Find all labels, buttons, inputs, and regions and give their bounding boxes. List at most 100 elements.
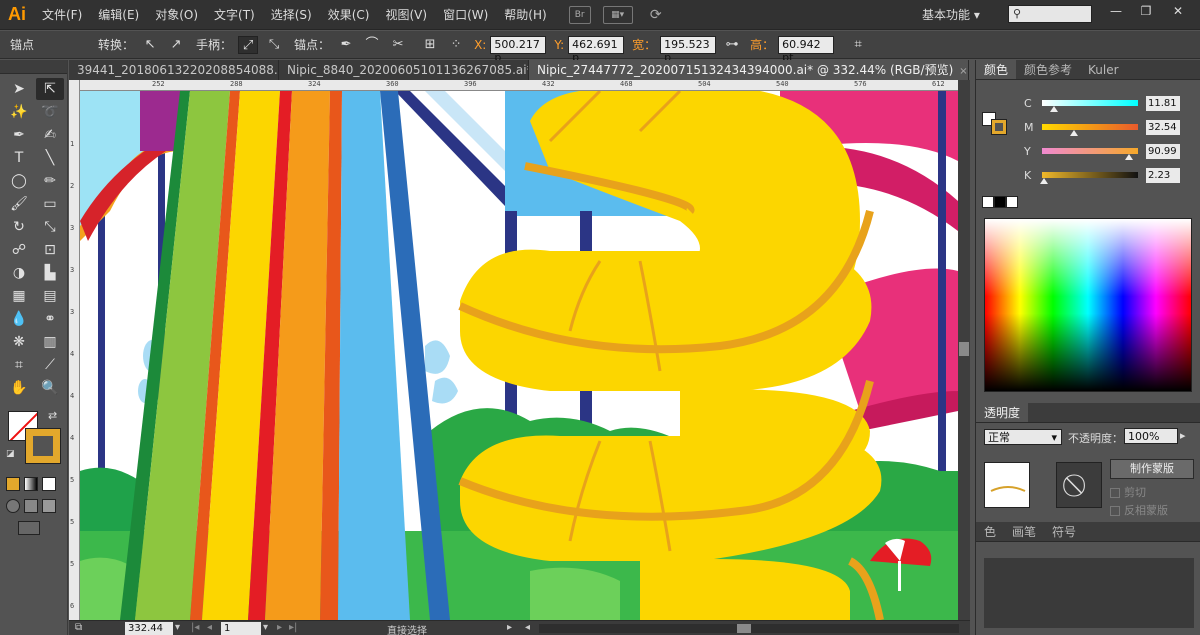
status-menu-icon[interactable]: ▸ bbox=[507, 622, 512, 633]
selection-tool-icon[interactable]: ➤ bbox=[5, 78, 33, 100]
zoom-dropdown-icon[interactable]: ▾ bbox=[175, 622, 180, 633]
yellow-knob[interactable] bbox=[1125, 154, 1134, 160]
draw-normal-icon[interactable] bbox=[6, 499, 20, 513]
lasso-tool-icon[interactable]: ➰ bbox=[36, 101, 64, 123]
height-field[interactable]: 60.942 pt bbox=[778, 35, 835, 64]
blend-mode-select[interactable]: 正常 ▾ bbox=[984, 429, 1062, 445]
remove-anchor-icon[interactable]: ✒ bbox=[336, 36, 356, 54]
black-slider[interactable]: K 2.23 bbox=[976, 168, 1200, 184]
blend-tool-icon[interactable]: ⚭ bbox=[36, 308, 64, 330]
color-mode-icon[interactable] bbox=[6, 477, 20, 491]
screen-mode-icon[interactable] bbox=[18, 521, 40, 535]
column-graph-tool-icon[interactable]: ▥ bbox=[36, 331, 64, 353]
vertical-ruler[interactable]: 1 2 3 3 3 4 4 4 5 5 5 6 bbox=[69, 80, 80, 620]
black-swatch[interactable] bbox=[994, 196, 1006, 208]
brush-tool-icon[interactable]: 🖌 bbox=[5, 193, 33, 215]
menu-edit[interactable]: 编辑(E) bbox=[90, 0, 147, 30]
menu-object[interactable]: 对象(O) bbox=[147, 0, 206, 30]
swap-fill-stroke-icon[interactable]: ⇄ bbox=[48, 409, 57, 422]
tab-document-3-active[interactable]: Nipic_27447772_20200715132434394000.ai* … bbox=[529, 60, 969, 80]
no-mask-icon[interactable]: ⃠ bbox=[1056, 462, 1102, 508]
workspace-switcher[interactable]: 基本功能 ▾ bbox=[922, 6, 980, 23]
make-mask-button[interactable]: 制作蒙版 bbox=[1110, 459, 1194, 479]
ellipse-tool-icon[interactable]: ◯ bbox=[5, 170, 33, 192]
close-button[interactable]: ✕ bbox=[1164, 2, 1192, 20]
last-artboard-icon[interactable]: ▸| bbox=[289, 622, 297, 633]
scale-tool-icon[interactable]: ⤡ bbox=[36, 216, 64, 238]
fill-stroke-control[interactable]: ⇄ ◪ bbox=[4, 409, 63, 469]
cut-path-icon[interactable]: ✂ bbox=[388, 36, 408, 54]
cyan-knob[interactable] bbox=[1049, 106, 1058, 112]
magic-wand-tool-icon[interactable]: ✨ bbox=[5, 101, 33, 123]
artboard-canvas[interactable] bbox=[80, 91, 958, 620]
close-icon[interactable]: × bbox=[959, 66, 967, 77]
sync-settings-icon[interactable]: ⟳ bbox=[645, 6, 667, 24]
tab-symbols[interactable]: 符号 bbox=[1044, 522, 1084, 541]
none-swatch[interactable] bbox=[982, 196, 994, 208]
next-artboard-icon[interactable]: ▸ bbox=[277, 622, 282, 633]
horizontal-scrollbar-thumb[interactable] bbox=[737, 624, 751, 633]
draw-behind-icon[interactable] bbox=[24, 499, 38, 513]
object-thumbnail[interactable] bbox=[984, 462, 1030, 508]
tab-color[interactable]: 颜色 bbox=[976, 60, 1017, 79]
gradient-tool-icon[interactable]: ▤ bbox=[36, 285, 64, 307]
scrollbar-thumb[interactable] bbox=[959, 342, 969, 356]
convert-to-corner-icon[interactable]: ↖ bbox=[140, 36, 160, 54]
mesh-tool-icon[interactable]: ▦ bbox=[5, 285, 33, 307]
convert-to-smooth-icon[interactable]: ↗ bbox=[166, 36, 186, 54]
menu-window[interactable]: 窗口(W) bbox=[435, 0, 496, 30]
yellow-slider[interactable]: Y 90.99 bbox=[976, 144, 1200, 160]
type-tool-icon[interactable]: T bbox=[5, 147, 33, 169]
menu-file[interactable]: 文件(F) bbox=[34, 0, 90, 30]
opacity-field[interactable]: 100% bbox=[1124, 428, 1178, 444]
tab-transparency[interactable]: 透明度 bbox=[976, 403, 1029, 422]
scroll-left-icon[interactable]: ◂ bbox=[525, 622, 530, 633]
pen-tool-icon[interactable]: ✒ bbox=[5, 124, 33, 146]
free-transform-tool-icon[interactable]: ⊡ bbox=[36, 239, 64, 261]
constrain-link-icon[interactable]: ⊶ bbox=[722, 36, 742, 54]
menu-view[interactable]: 视图(V) bbox=[377, 0, 435, 30]
zoom-tool-icon[interactable]: 🔍 bbox=[36, 377, 64, 399]
tab-document-2[interactable]: Nipic_8840_20200605101136267085.ai*× bbox=[279, 60, 529, 80]
draw-inside-icon[interactable] bbox=[42, 499, 56, 513]
direct-selection-tool-icon[interactable]: ⇱ bbox=[36, 78, 64, 100]
magenta-track[interactable] bbox=[1042, 124, 1138, 130]
cyan-value-field[interactable]: 11.81 bbox=[1146, 96, 1180, 111]
default-colors-icon[interactable]: ◪ bbox=[6, 449, 15, 459]
eyedropper-tool-icon[interactable]: 💧 bbox=[5, 308, 33, 330]
artboard-number-field[interactable]: 1 bbox=[221, 622, 261, 635]
hand-tool-icon[interactable]: ✋ bbox=[5, 377, 33, 399]
canvas-vertical-scrollbar[interactable] bbox=[958, 80, 970, 620]
none-mode-icon[interactable] bbox=[42, 477, 56, 491]
eraser-tool-icon[interactable]: ▭ bbox=[36, 193, 64, 215]
black-value-field[interactable]: 2.23 bbox=[1146, 168, 1180, 183]
canvas-horizontal-scrollbar[interactable] bbox=[539, 624, 959, 633]
opacity-arrow-icon[interactable]: ▸ bbox=[1180, 429, 1186, 442]
menu-effect[interactable]: 效果(C) bbox=[320, 0, 378, 30]
yellow-value-field[interactable]: 90.99 bbox=[1146, 144, 1180, 159]
cyan-slider[interactable]: C 11.81 bbox=[976, 96, 1200, 112]
artboard-tool-icon[interactable]: ⌗ bbox=[5, 354, 33, 376]
white-swatch[interactable] bbox=[1006, 196, 1018, 208]
menu-help[interactable]: 帮助(H) bbox=[496, 0, 554, 30]
tab-swatches[interactable]: 色 bbox=[976, 522, 1004, 541]
yellow-track[interactable] bbox=[1042, 148, 1138, 154]
black-knob[interactable] bbox=[1039, 178, 1048, 184]
tab-document-1[interactable]: 39441_20180613220208854088.ai*× bbox=[69, 60, 279, 80]
color-spectrum[interactable] bbox=[984, 218, 1192, 392]
stroke-color-swatch[interactable] bbox=[25, 428, 61, 464]
previous-artboard-icon[interactable]: ◂ bbox=[207, 622, 212, 633]
tools-panel-grip[interactable] bbox=[0, 60, 67, 74]
hide-handles-icon[interactable]: ⤡ bbox=[264, 36, 284, 54]
black-track[interactable] bbox=[1042, 172, 1138, 178]
shape-builder-tool-icon[interactable]: ◑ bbox=[5, 262, 33, 284]
line-tool-icon[interactable]: ╲ bbox=[36, 147, 64, 169]
help-search-input[interactable]: ⚲ bbox=[1008, 5, 1092, 23]
arrange-documents-icon[interactable]: ▦▾ bbox=[602, 5, 633, 24]
warp-tool-icon[interactable]: ☍ bbox=[5, 239, 33, 261]
rotate-tool-icon[interactable]: ↻ bbox=[5, 216, 33, 238]
show-handles-icon[interactable]: ⤢ bbox=[238, 35, 259, 54]
width-field[interactable]: 195.523 p bbox=[660, 35, 717, 64]
reference-point-icon[interactable]: ⁘ bbox=[446, 36, 466, 54]
restore-button[interactable]: ❐ bbox=[1132, 2, 1160, 20]
